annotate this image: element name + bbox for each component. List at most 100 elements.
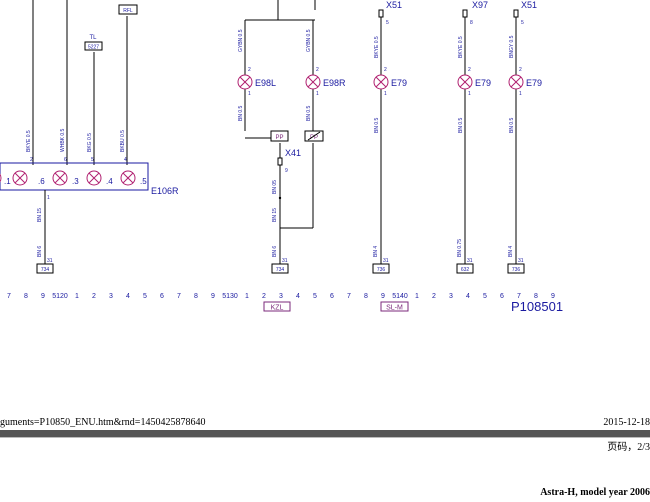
ground-pin: 31 [383, 258, 389, 264]
module-pin: 6 [64, 157, 67, 163]
footer-divider-thin [0, 437, 650, 438]
ruler-tick: 4 [126, 293, 130, 300]
ruler-tick: 5 [143, 293, 147, 300]
lamp-pin-top: 2 [316, 67, 319, 73]
module-lamp-label: .5 [140, 177, 147, 186]
wire-label: BN 05 [272, 180, 278, 194]
wire-label: BKYE 0.5 [374, 36, 380, 58]
lamp-pin-bottom: 1 [248, 91, 251, 97]
page-ref: P108501 [511, 299, 563, 314]
ground-pin: 31 [47, 258, 53, 264]
ruler-tick: 9 [381, 293, 385, 300]
wire-label: BN 0.5 [238, 105, 244, 121]
module-pin: 4 [124, 157, 127, 163]
ruler-tick: 8 [24, 293, 28, 300]
footer-url: guments=P10850_ENU.htm&rnd=1450425878640 [0, 417, 206, 428]
x41-pin-num: 9 [285, 168, 288, 174]
ruler-tick: 5130 [222, 293, 238, 300]
ruler-tick: 1 [245, 293, 249, 300]
wire-label: BKG 0.5 [87, 133, 93, 152]
ruler-tick: 4 [296, 293, 300, 300]
module-id: E106R [151, 186, 179, 196]
footer-divider [0, 430, 650, 437]
footer-page-number: 页码，2/3 [607, 442, 650, 453]
module-lamp-symbol [86, 170, 102, 186]
module-lamp-group: .1 .6 .3 .4 .5 [0, 170, 147, 186]
module-lamp-label: .1 [4, 177, 11, 186]
wire-label: BN 0.75 [457, 239, 463, 257]
ruler-tick: 9 [211, 293, 215, 300]
wiring-diagram: PP PP 5227 TL RFL X51 5 X97 8 X51 5 BKYE… [0, 0, 563, 314]
ruler-tick: 1 [75, 293, 79, 300]
ruler-tick: 7 [177, 293, 181, 300]
x97-pin-num: 8 [470, 20, 473, 26]
lamp-pin-top: 2 [248, 67, 251, 73]
ruler-tick: 3 [109, 293, 113, 300]
footer-model: Astra-H, model year 2006 [540, 487, 650, 498]
wire-label: BN 4 [508, 246, 514, 257]
lamp-pin-top: 2 [519, 67, 522, 73]
ground-pin: 31 [282, 258, 288, 264]
lamp-pin-top: 2 [468, 67, 471, 73]
ground-pin: 31 [467, 258, 473, 264]
x51-a-label: X51 [386, 0, 402, 10]
wire-label: BN 15 [37, 208, 43, 222]
ground-pin: 31 [518, 258, 524, 264]
wire-label: BN 0.5 [374, 117, 380, 133]
lamp-pin-top: 2 [384, 67, 387, 73]
ruler-tick: 8 [364, 293, 368, 300]
wire-label: BN 0.5 [509, 117, 515, 133]
ruler-tick: 5140 [392, 293, 408, 300]
ruler-tick: 7 [347, 293, 351, 300]
lamp-symbol [508, 74, 524, 90]
lamp-id: E98L [255, 78, 276, 88]
wire-label: WHBK 0.5 [60, 128, 66, 152]
wire-label: BN 4 [373, 246, 379, 257]
rfl-label: RFL [123, 8, 133, 14]
ruler-tick: 6 [330, 293, 334, 300]
lamp-id: E79 [391, 78, 407, 88]
wire-label: BN 6 [272, 246, 278, 257]
ground-ref: 632 [461, 267, 470, 273]
ruler-tick: 2 [432, 293, 436, 300]
ruler-tick: 8 [194, 293, 198, 300]
module-wire-group: BKYE 0.5 2 WHBK 0.5 6 BKG 0.5 5 BKBU 0.5 4 [26, 128, 127, 163]
x41-label: X41 [285, 148, 301, 158]
x97-pin [462, 9, 468, 18]
wire-label: BN 0.5 [458, 117, 464, 133]
wire-label: BN 0.5 [306, 105, 312, 121]
module-pin: 5 [91, 157, 94, 163]
lamp-group: E98L 2 1 GYBN 0.5 BN 0.5 E98R 2 1 GYBN 0.5 BN 0.5… [237, 29, 542, 133]
lamp-pin-bottom: 1 [468, 91, 471, 97]
ruler-tick: 2 [262, 293, 266, 300]
ruler-tick: 5 [483, 293, 487, 300]
ruler-tick: 3 [279, 293, 283, 300]
module-lamp-symbol [120, 170, 136, 186]
ground-ref: 736 [377, 267, 386, 273]
module-lamp-symbol [52, 170, 68, 186]
ruler: 7 8 9 5120 1 2 3 4 5 6 7 8 9 5130 1 2 3 4 5 6 7 8 9 5140 1 2 3 4 5 6 7… [7, 293, 555, 300]
wire-label: BKBU 0.5 [120, 130, 126, 152]
zone-tag-slm: SL-M [386, 305, 403, 312]
lamp-id: E98R [323, 78, 346, 88]
lamp-id: E79 [475, 78, 491, 88]
ruler-tick: 1 [415, 293, 419, 300]
lamp-symbol [457, 74, 473, 90]
pp-left-label: PP [275, 135, 283, 141]
ruler-tick: 4 [466, 293, 470, 300]
wire-label: BN 6 [37, 246, 43, 257]
module-lamp-label: .3 [72, 177, 79, 186]
ground-ref: 734 [276, 267, 285, 273]
lamp-pin-bottom: 1 [384, 91, 387, 97]
x97-label: X97 [472, 0, 488, 10]
junction-dot [278, 196, 282, 200]
x41-pin [277, 157, 283, 166]
ruler-tick: 6 [500, 293, 504, 300]
module-lamp-label: .6 [38, 177, 45, 186]
ruler-tick: 7 [7, 293, 11, 300]
lamp-symbol [237, 74, 253, 90]
ruler-tick: 3 [449, 293, 453, 300]
tl-ref: 5227 [88, 45, 99, 51]
wire-label: GYBN 0.5 [306, 29, 312, 52]
ruler-tick: 5 [313, 293, 317, 300]
